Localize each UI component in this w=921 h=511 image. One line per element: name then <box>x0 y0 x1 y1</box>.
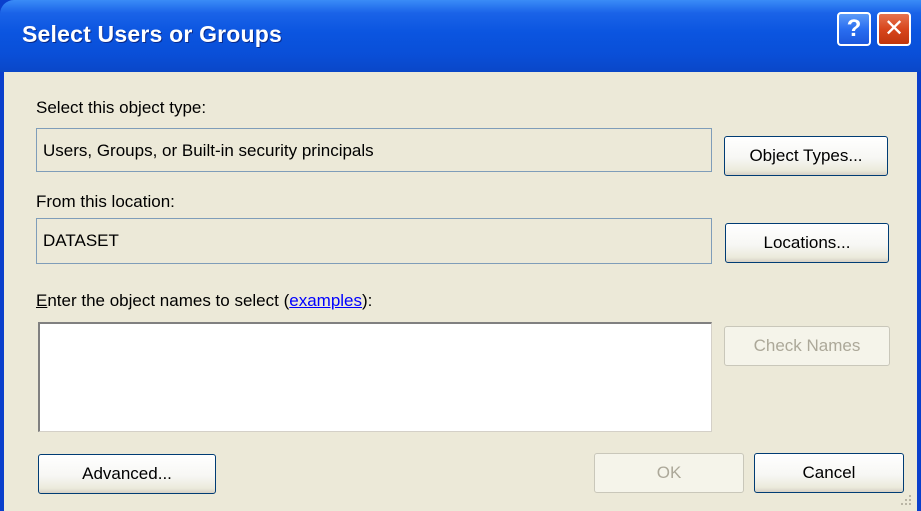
object-type-label: Select this object type: <box>36 98 207 117</box>
close-button[interactable]: ✕ <box>877 12 911 46</box>
cancel-button[interactable]: Cancel <box>754 453 904 493</box>
examples-link[interactable]: examples <box>289 291 362 310</box>
object-names-input[interactable] <box>38 322 712 432</box>
dialog-body: Select this object type: Users, Groups, … <box>4 72 917 511</box>
object-type-field: Users, Groups, or Built-in security prin… <box>36 128 712 172</box>
locations-button[interactable]: Locations... <box>725 223 889 263</box>
dialog-window: Select Users or Groups ? ✕ Select this o… <box>0 0 921 511</box>
ok-button[interactable]: OK <box>594 453 744 493</box>
resize-grip-icon[interactable] <box>899 493 913 507</box>
object-names-label-text: nter the object names to select ( <box>47 291 290 310</box>
window-title: Select Users or Groups <box>22 21 283 47</box>
help-button[interactable]: ? <box>837 12 871 46</box>
title-bar[interactable]: Select Users or Groups ? ✕ <box>0 0 921 72</box>
object-names-label-suffix: ): <box>362 291 373 310</box>
check-names-button[interactable]: Check Names <box>724 326 890 366</box>
object-types-button[interactable]: Object Types... <box>724 136 888 176</box>
mnemonic-e: E <box>36 291 48 310</box>
location-field: DATASET <box>36 218 712 264</box>
help-icon: ? <box>846 15 862 42</box>
close-icon: ✕ <box>883 15 905 42</box>
object-names-label: Enter the object names to select (exampl… <box>36 291 372 311</box>
advanced-button[interactable]: Advanced... <box>38 454 216 494</box>
location-label: From this location: <box>36 192 175 211</box>
